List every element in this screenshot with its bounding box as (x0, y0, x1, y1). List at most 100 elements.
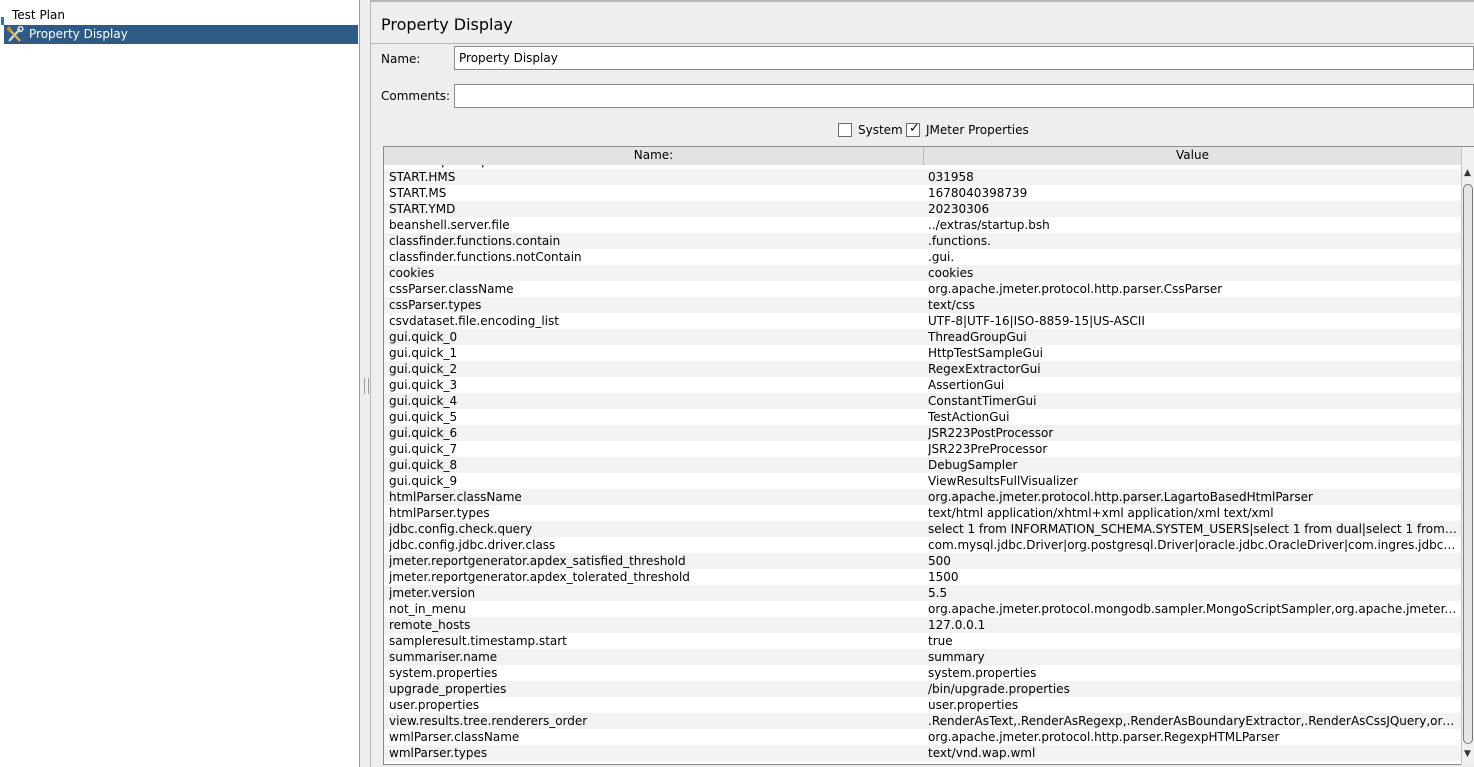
table-row[interactable]: system.properties system.properties (384, 665, 1461, 681)
name-label: Name: (381, 52, 421, 66)
property-value-cell: system.properties (928, 666, 1037, 680)
table-row[interactable]: gui.quick_2 RegexExtractorGui (384, 361, 1461, 377)
property-value-cell: ConstantTimerGui (928, 394, 1037, 408)
scrollbar-thumb[interactable] (1463, 184, 1473, 744)
property-value-cell: HttpTestSampleGui (928, 346, 1043, 360)
property-value-cell: text/html application/xhtml+xml applicat… (928, 506, 1274, 520)
table-row[interactable]: gui.quick_7 JSR223PreProcessor (384, 441, 1461, 457)
table-row[interactable]: wmlParser.className org.apache.jmeter.pro… (384, 729, 1461, 745)
table-row[interactable]: htmlParser.className org.apache.jmeter.pr… (384, 489, 1461, 505)
table-row[interactable]: gui.quick_4 ConstantTimerGui (384, 393, 1461, 409)
property-name-cell: gui.quick_0 (389, 330, 458, 344)
property-value-cell: 1678040398739 (928, 186, 1028, 200)
property-value-cell: org.apache.jmeter.protocol.http.parser.C… (928, 282, 1223, 296)
table-row[interactable]: gui.quick_9 ViewResultsFullVisualizer (384, 473, 1461, 489)
scroll-up-icon[interactable]: ▲ (1461, 165, 1474, 181)
property-value-cell: AssertionGui (928, 378, 1005, 392)
property-value-cell: 500 (928, 554, 951, 568)
system-checkbox[interactable]: System (838, 122, 903, 138)
property-value-cell: user.properties (928, 698, 1019, 712)
splitter-grip-icon[interactable] (364, 378, 369, 394)
property-name-cell: jmeter.reportgenerator.apdex_tolerated_t… (389, 570, 690, 584)
table-row[interactable]: jdbc.config.jdbc.driver.class com.mysql.j… (384, 537, 1461, 553)
property-value-cell: org.apache.jmeter.protocol.mongodb.sampl… (928, 602, 1458, 616)
page-title: Property Display (381, 15, 513, 34)
table-row[interactable]: START.YMD 20230306 (384, 201, 1461, 217)
table-row[interactable]: jmeter.reportgenerator.apdex_tolerated_t… (384, 569, 1461, 585)
title-divider (371, 43, 1474, 44)
comments-input[interactable] (454, 84, 1474, 108)
tree-item-label: Test Plan (12, 8, 65, 22)
test-plan-tree[interactable]: Test Plan Property Display (0, 0, 360, 767)
table-row[interactable]: gui.quick_0 ThreadGroupGui (384, 329, 1461, 345)
property-name-cell: gui.quick_2 (389, 362, 458, 376)
property-name-cell: cookies (389, 266, 435, 280)
table-row[interactable]: cssParser.className org.apache.jmeter.pro… (384, 281, 1461, 297)
table-row[interactable]: remote_hosts 127.0.0.1 (384, 617, 1461, 633)
table-row[interactable]: START.HMS 031958 (384, 169, 1461, 185)
table-row[interactable]: summariser.name summary (384, 649, 1461, 665)
property-name-cell: system.properties (389, 666, 498, 680)
property-name-cell: wmlParser.className (389, 730, 520, 744)
comments-label: Comments: (381, 89, 451, 103)
table-row[interactable]: classfinder.functions.contain .functions. (384, 233, 1461, 249)
table-row[interactable]: jmeter.reportgenerator.apdex_satisfied_t… (384, 553, 1461, 569)
table-row[interactable]: csvdataset.file.encoding_list UTF-8|UTF-1… (384, 313, 1461, 329)
checkmark-icon: ✓ (909, 121, 920, 136)
property-value-cell: text/vnd.wap.wml (928, 746, 1036, 760)
system-checkbox-box[interactable] (838, 123, 852, 137)
table-row[interactable]: cookies cookies (384, 265, 1461, 281)
tree-item-test-plan[interactable]: Test Plan (0, 6, 358, 25)
property-name-cell: csvdataset.file.encoding_list (389, 314, 559, 328)
property-name-cell: view.results.tree.renderers_order (389, 714, 588, 728)
jmeter-properties-checkbox-box[interactable]: ✓ (906, 121, 920, 137)
table-row[interactable]: jdbc.config.check.query select 1 from INF… (384, 521, 1461, 537)
name-input[interactable] (454, 46, 1474, 70)
properties-table[interactable]: Name: Value HTTPResponse.parsershtmlPars… (383, 146, 1474, 765)
table-row[interactable]: gui.quick_1 HttpTestSampleGui (384, 345, 1461, 361)
property-name-cell: START.MS (389, 186, 447, 200)
property-name-cell: START.HMS (389, 170, 456, 184)
property-name-cell: gui.quick_3 (389, 378, 458, 392)
property-value-cell: ThreadGroupGui (928, 330, 1027, 344)
property-name-cell: gui.quick_9 (389, 474, 458, 488)
scroll-down-icon[interactable]: ▼ (1461, 746, 1474, 762)
table-row[interactable]: view.results.tree.renderers_order .Render… (384, 713, 1461, 729)
property-value-cell: .RenderAsText,.RenderAsRegexp,.RenderAsB… (928, 714, 1458, 728)
property-value-cell: 127.0.0.1 (928, 618, 986, 632)
property-name-cell: jmeter.version (389, 586, 476, 600)
property-name-cell: beanshell.server.file (389, 218, 510, 232)
tree-item-property-display[interactable]: Property Display (4, 25, 358, 44)
property-value-cell: /bin/upgrade.properties (928, 682, 1070, 696)
table-row[interactable]: htmlParser.types text/html application/xh… (384, 505, 1461, 521)
table-row[interactable]: wmlParser.types text/vnd.wap.wml (384, 745, 1461, 761)
property-value-cell: UTF-8|UTF-16|ISO-8859-15|US-ASCII (928, 314, 1145, 328)
table-row[interactable]: START.MS 1678040398739 (384, 185, 1461, 201)
property-name-cell: cssParser.types (389, 298, 482, 312)
table-row[interactable]: gui.quick_3 AssertionGui (384, 377, 1461, 393)
table-row[interactable]: jmeter.version 5.5 (384, 585, 1461, 601)
property-name-cell: jmeter.reportgenerator.apdex_satisfied_t… (389, 554, 686, 568)
table-row[interactable]: not_in_menu org.apache.jmeter.protocol.mo… (384, 601, 1461, 617)
table-row[interactable]: user.properties user.properties (384, 697, 1461, 713)
property-name-cell: gui.quick_4 (389, 394, 458, 408)
table-row[interactable]: gui.quick_6 JSR223PostProcessor (384, 425, 1461, 441)
table-row[interactable]: gui.quick_8 DebugSampler (384, 457, 1461, 473)
tree-line-icon (0, 6, 4, 25)
table-row[interactable]: cssParser.types text/css (384, 297, 1461, 313)
property-name-cell: wmlParser.types (389, 746, 488, 760)
jmeter-properties-checkbox[interactable]: ✓ JMeter Properties (906, 121, 1031, 138)
table-row[interactable]: upgrade_properties/bin/upgrade.propertie… (384, 681, 1461, 697)
property-value-cell: JSR223PostProcessor (928, 426, 1054, 440)
column-header-name[interactable]: Name: (384, 147, 924, 165)
table-row[interactable]: gui.quick_5 TestActionGui (384, 409, 1461, 425)
property-value-cell: select 1 from INFORMATION_SCHEMA.SYSTEM_… (928, 522, 1458, 536)
table-row[interactable]: sampleresult.timestamp.start true (384, 633, 1461, 649)
property-value-cell: ViewResultsFullVisualizer (928, 474, 1079, 488)
property-name-cell: gui.quick_1 (389, 346, 458, 360)
column-header-value[interactable]: Value (924, 147, 1462, 165)
property-value-cell: 20230306 (928, 202, 990, 216)
table-row[interactable]: classfinder.functions.notContain .gui. (384, 249, 1461, 265)
property-value-cell: TestActionGui (928, 410, 1010, 424)
table-row[interactable]: beanshell.server.file ../extras/startup.b… (384, 217, 1461, 233)
